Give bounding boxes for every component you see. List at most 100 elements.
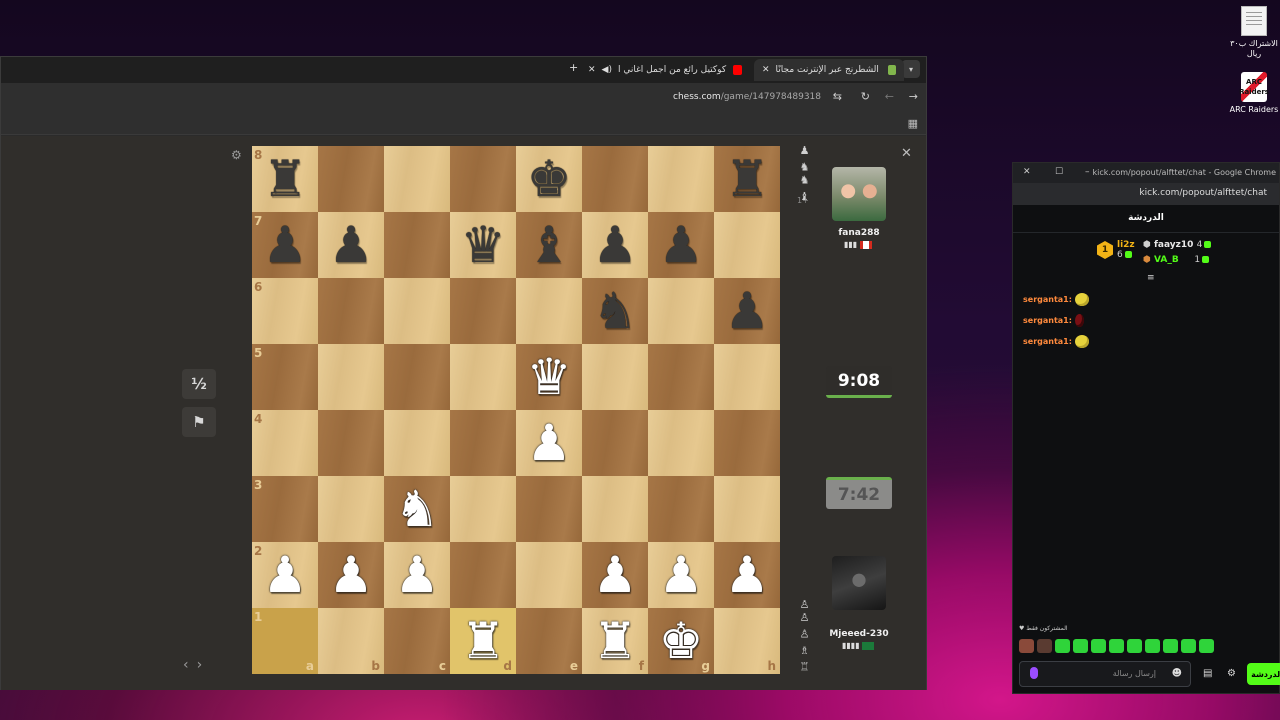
square-a4[interactable]: 4 <box>252 410 318 476</box>
square-c7[interactable] <box>384 212 450 278</box>
store-icon[interactable]: ▤ <box>1203 668 1212 679</box>
url-field[interactable]: chess.com/game/147978489318 <box>673 92 821 102</box>
square-c1[interactable]: c <box>384 608 450 674</box>
bottom-player-avatar[interactable] <box>832 556 886 610</box>
offer-draw-button[interactable]: ½ <box>182 369 216 399</box>
leader-3[interactable]: ⬢ VA_B 1 <box>1143 255 1210 265</box>
square-d6[interactable] <box>450 278 516 344</box>
square-b7[interactable]: ♟ <box>318 212 384 278</box>
emote-icon[interactable] <box>1073 639 1088 653</box>
square-g1[interactable]: g ♚ <box>648 608 714 674</box>
tab-youtube[interactable]: ✕ ◀) كوكتيل رائع من اجمل اغاني أ... <box>580 59 750 81</box>
close-icon[interactable]: ✕ <box>901 146 912 161</box>
square-d5[interactable] <box>450 344 516 410</box>
white-pawn-icon[interactable]: ♟ <box>527 418 572 468</box>
square-d4[interactable] <box>450 410 516 476</box>
emote-icon[interactable] <box>1037 639 1052 653</box>
white-queen-icon[interactable]: ♛ <box>527 352 572 402</box>
tab-chess[interactable]: ✕ العب الشطرنج عبر الإنترنت مجانًا <box>754 59 904 81</box>
tab-search-button[interactable]: ▾ <box>902 60 920 78</box>
square-d1[interactable]: d ♜ <box>450 608 516 674</box>
black-pawn-icon[interactable]: ♟ <box>329 220 374 270</box>
square-c8[interactable] <box>384 146 450 212</box>
white-rook-icon[interactable]: ♜ <box>593 616 638 666</box>
black-pawn-icon[interactable]: ♟ <box>659 220 704 270</box>
new-tab-button[interactable]: + <box>569 61 578 74</box>
site-settings-icon[interactable]: ⇆ <box>833 90 842 103</box>
square-c2[interactable]: ♟ <box>384 542 450 608</box>
white-knight-icon[interactable]: ♞ <box>395 484 440 534</box>
square-c3[interactable]: ♞ <box>384 476 450 542</box>
white-pawn-icon[interactable]: ♟ <box>659 550 704 600</box>
square-a2[interactable]: 2 ♟ <box>252 542 318 608</box>
square-b6[interactable] <box>318 278 384 344</box>
square-g3[interactable] <box>648 476 714 542</box>
square-f1[interactable]: f ♜ <box>582 608 648 674</box>
desktop-arc-raiders-icon[interactable]: ARC Raiders ARC Raiders <box>1226 72 1280 115</box>
settings-icon[interactable]: ⚙ <box>1227 668 1236 679</box>
resign-button[interactable]: ⚑ <box>182 407 216 437</box>
square-h4[interactable] <box>714 410 780 476</box>
white-king-icon[interactable]: ♚ <box>659 616 704 666</box>
square-c4[interactable] <box>384 410 450 476</box>
square-e4[interactable]: ♟ <box>516 410 582 476</box>
white-pawn-icon[interactable]: ♟ <box>593 550 638 600</box>
square-h3[interactable] <box>714 476 780 542</box>
square-c6[interactable] <box>384 278 450 344</box>
previous-move-icon[interactable]: ‹ <box>183 657 197 673</box>
square-f3[interactable] <box>582 476 648 542</box>
square-f4[interactable] <box>582 410 648 476</box>
square-a3[interactable]: 3 <box>252 476 318 542</box>
square-h6[interactable]: ♟ <box>714 278 780 344</box>
emote-icon[interactable] <box>1199 639 1214 653</box>
emote-icon[interactable] <box>1163 639 1178 653</box>
square-b5[interactable] <box>318 344 384 410</box>
square-h8[interactable]: ♜ <box>714 146 780 212</box>
black-pawn-icon[interactable]: ♟ <box>263 220 308 270</box>
top-player-avatar[interactable] <box>832 167 886 221</box>
bottom-player-name[interactable]: Mjeeed-230 <box>824 629 894 639</box>
square-a8[interactable]: 8 ♜ <box>252 146 318 212</box>
square-e6[interactable] <box>516 278 582 344</box>
forward-icon[interactable]: → <box>909 90 918 103</box>
emote-icon[interactable] <box>1091 639 1106 653</box>
black-queen-icon[interactable]: ♛ <box>461 220 506 270</box>
square-b2[interactable]: ♟ <box>318 542 384 608</box>
square-h1[interactable]: h <box>714 608 780 674</box>
emote-icon[interactable] <box>1145 639 1160 653</box>
black-pawn-icon[interactable]: ♟ <box>593 220 638 270</box>
square-g4[interactable] <box>648 410 714 476</box>
back-icon[interactable]: ← <box>885 90 894 103</box>
next-move-icon[interactable]: › <box>197 657 211 673</box>
square-d2[interactable] <box>450 542 516 608</box>
square-b3[interactable] <box>318 476 384 542</box>
black-rook-icon[interactable]: ♜ <box>263 154 308 204</box>
square-f8[interactable] <box>582 146 648 212</box>
reload-icon[interactable]: ↻ <box>861 90 870 103</box>
tab-close-icon[interactable]: ✕ <box>762 65 770 75</box>
square-h7[interactable] <box>714 212 780 278</box>
gear-icon[interactable]: ⚙ <box>231 148 242 162</box>
square-d8[interactable] <box>450 146 516 212</box>
emote-icon[interactable] <box>1127 639 1142 653</box>
square-c5[interactable] <box>384 344 450 410</box>
square-g8[interactable] <box>648 146 714 212</box>
white-pawn-icon[interactable]: ♟ <box>263 550 308 600</box>
black-rook-icon[interactable]: ♜ <box>725 154 770 204</box>
white-pawn-icon[interactable]: ♟ <box>395 550 440 600</box>
apps-grid-icon[interactable]: ▦ <box>908 117 918 130</box>
square-a6[interactable]: 6 <box>252 278 318 344</box>
square-e2[interactable] <box>516 542 582 608</box>
emoji-icon[interactable]: ☻ <box>1172 668 1182 679</box>
black-king-icon[interactable]: ♚ <box>527 154 572 204</box>
square-e8[interactable]: ♚ <box>516 146 582 212</box>
white-pawn-icon[interactable]: ♟ <box>725 550 770 600</box>
square-g2[interactable]: ♟ <box>648 542 714 608</box>
emote-icon[interactable] <box>1055 639 1070 653</box>
square-e3[interactable] <box>516 476 582 542</box>
square-b4[interactable] <box>318 410 384 476</box>
microphone-icon[interactable] <box>1030 667 1038 679</box>
desktop-file-icon[interactable]: الاشتراك ب٣٠ ريال <box>1226 6 1280 59</box>
square-a1[interactable]: 1a <box>252 608 318 674</box>
square-e7[interactable]: ♝ <box>516 212 582 278</box>
